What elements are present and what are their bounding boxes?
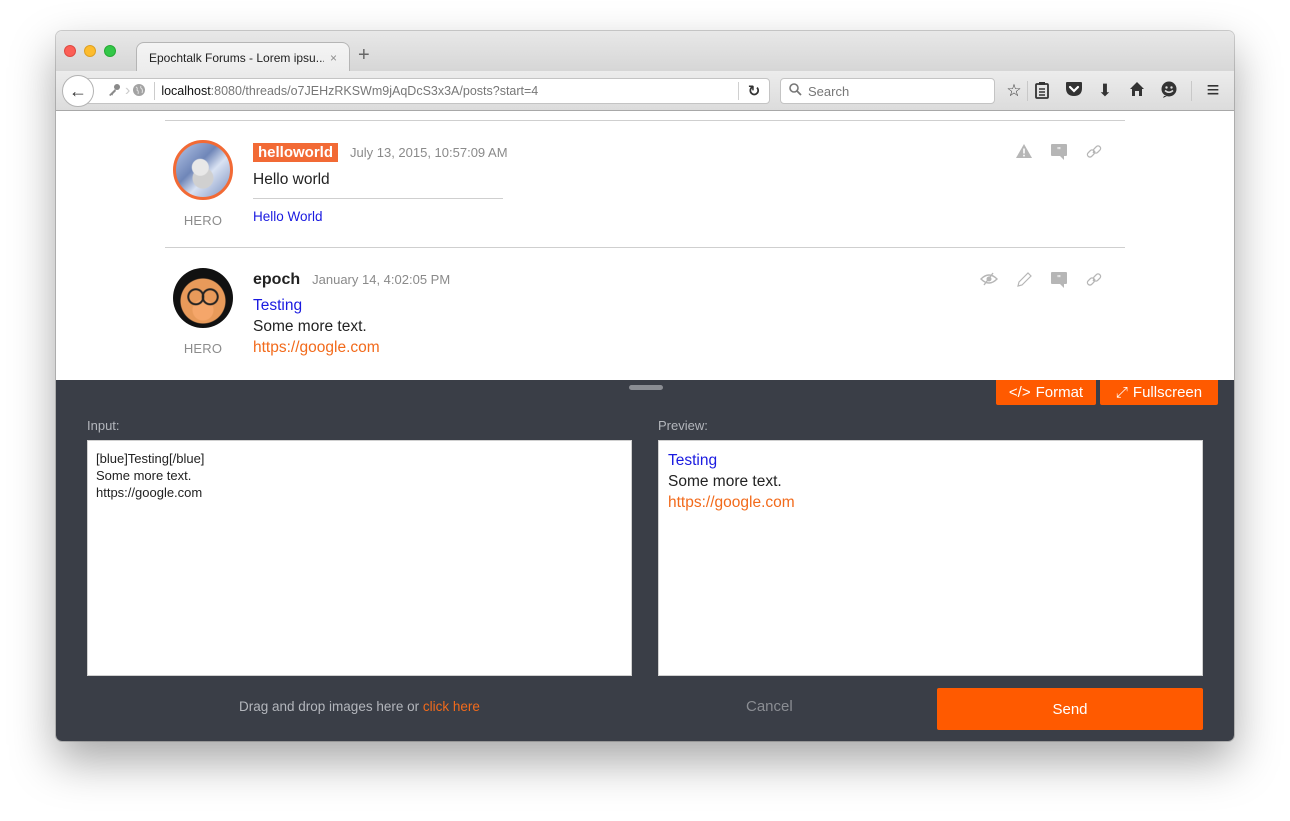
signature-link[interactable]: Hello World <box>253 209 508 224</box>
editor-resize-handle[interactable] <box>629 385 663 390</box>
post-text: Some more text. <box>253 318 367 335</box>
window-minimize-button[interactable] <box>84 45 96 57</box>
hello-chat-icon[interactable] <box>1158 81 1180 104</box>
post-timestamp: January 14, 4:02:05 PM <box>312 272 451 287</box>
home-icon[interactable] <box>1126 81 1148 102</box>
post-timestamp: July 13, 2015, 10:57:09 AM <box>350 145 508 160</box>
post-item: HERO epoch January 14, 4:02:05 PM Testin… <box>165 268 1125 378</box>
url-host: localhost <box>161 84 211 98</box>
tab-bar: Epochtalk Forums - Lorem ipsu... × + <box>56 31 1234 72</box>
tab-epochtalk[interactable]: Epochtalk Forums - Lorem ipsu... × <box>136 42 350 72</box>
preview-link[interactable]: https://google.com <box>668 492 1193 513</box>
code-icon: </> <box>1008 384 1031 401</box>
post-body: epoch January 14, 4:02:05 PM Testing Som… <box>253 271 450 358</box>
report-icon[interactable] <box>1006 144 1041 164</box>
post-editor: </> Format ⤢ Fullscreen Input: Preview: … <box>56 380 1234 741</box>
post-header: epoch January 14, 4:02:05 PM <box>253 271 450 289</box>
search-icon <box>789 83 802 99</box>
post-blue-text: Testing <box>253 297 303 314</box>
nav-bar: ← › localhost:8080/threads/o7JEHzRKSWm9j… <box>56 71 1234 111</box>
hamburger-menu-icon[interactable]: ≡ <box>1202 79 1224 101</box>
post-text: Hello world <box>253 171 330 188</box>
search-input[interactable] <box>808 83 978 99</box>
post-link[interactable]: https://google.com <box>253 337 450 358</box>
fullscreen-label: Fullscreen <box>1132 384 1203 401</box>
url-path: :8080/threads/o7JEHzRKSWm9jAqDcS3x3A/pos… <box>210 84 539 98</box>
tab-close-icon[interactable]: × <box>330 51 337 65</box>
reading-list-icon[interactable] <box>1031 81 1053 104</box>
post-divider <box>165 120 1125 121</box>
preview-blue-text: Testing <box>668 452 718 469</box>
identity-chevron-icon: › <box>125 82 131 99</box>
preview-label: Preview: <box>658 418 708 433</box>
new-tab-button[interactable]: + <box>358 45 370 65</box>
post-header: helloworld July 13, 2015, 10:57:09 AM <box>253 143 508 162</box>
fullscreen-button[interactable]: ⤢ Fullscreen <box>1100 380 1218 405</box>
preview-text: Some more text. <box>668 473 782 490</box>
url-divider <box>154 82 156 100</box>
edit-icon[interactable] <box>1006 272 1041 292</box>
cancel-button[interactable]: Cancel <box>746 698 793 715</box>
hide-icon[interactable] <box>971 272 1006 292</box>
svg-text:": " <box>1056 146 1060 155</box>
download-icon[interactable]: ⬇ <box>1094 81 1116 101</box>
post-body: helloworld July 13, 2015, 10:57:09 AM He… <box>253 143 508 224</box>
send-button[interactable]: Send <box>937 688 1203 730</box>
post-item: HERO helloworld July 13, 2015, 10:57:09 … <box>165 140 1125 240</box>
quote-icon[interactable]: " <box>1041 272 1076 292</box>
user-rank: HERO <box>183 213 223 228</box>
user-rank: HERO <box>183 341 223 356</box>
toolbar-divider <box>1191 81 1192 101</box>
post-divider <box>165 247 1125 248</box>
format-label: Format <box>1035 384 1084 401</box>
key-icon <box>107 83 121 100</box>
toolbar-divider <box>1027 81 1028 101</box>
quote-icon[interactable]: " <box>1041 144 1076 164</box>
astronaut-avatar[interactable] <box>173 140 233 200</box>
search-bar[interactable] <box>780 78 995 104</box>
post-actions: " <box>971 272 1111 292</box>
signature-divider <box>253 198 503 199</box>
input-label: Input: <box>87 418 120 433</box>
pocket-icon[interactable] <box>1063 81 1085 102</box>
bookmark-star-icon[interactable]: ☆ <box>1003 81 1025 101</box>
reload-icon[interactable]: ↻ <box>739 82 769 100</box>
post-preview: Testing Some more text. https://google.c… <box>658 440 1203 676</box>
tab-title: Epochtalk Forums - Lorem ipsu... <box>149 50 324 65</box>
svg-text:": " <box>1056 274 1060 283</box>
format-button[interactable]: </> Format <box>996 380 1096 405</box>
back-button[interactable]: ← <box>62 75 94 107</box>
permalink-icon[interactable] <box>1076 272 1111 292</box>
image-drop-zone[interactable]: Drag and drop images here or click here <box>239 699 480 714</box>
globe-icon[interactable] <box>132 83 146 100</box>
url-bar[interactable]: › localhost:8080/threads/o7JEHzRKSWm9jAq… <box>78 78 770 104</box>
thread-posts: HERO helloworld July 13, 2015, 10:57:09 … <box>56 112 1234 380</box>
drop-text: Drag and drop images here or <box>239 699 423 714</box>
window-close-button[interactable] <box>64 45 76 57</box>
permalink-icon[interactable] <box>1076 144 1111 164</box>
expand-icon: ⤢ <box>1115 384 1128 401</box>
post-input-textarea[interactable] <box>87 440 632 676</box>
url-text[interactable]: localhost:8080/threads/o7JEHzRKSWm9jAqDc… <box>161 84 738 98</box>
post-actions: " <box>1006 144 1111 164</box>
username-link[interactable]: helloworld <box>253 143 338 162</box>
browser-window: Epochtalk Forums - Lorem ipsu... × + ← ›… <box>56 31 1234 741</box>
window-maximize-button[interactable] <box>104 45 116 57</box>
back-arrow-icon: ← <box>69 80 87 101</box>
upload-click-link[interactable]: click here <box>423 699 480 714</box>
cat-avatar[interactable] <box>173 268 233 328</box>
username-link[interactable]: epoch <box>253 271 300 289</box>
